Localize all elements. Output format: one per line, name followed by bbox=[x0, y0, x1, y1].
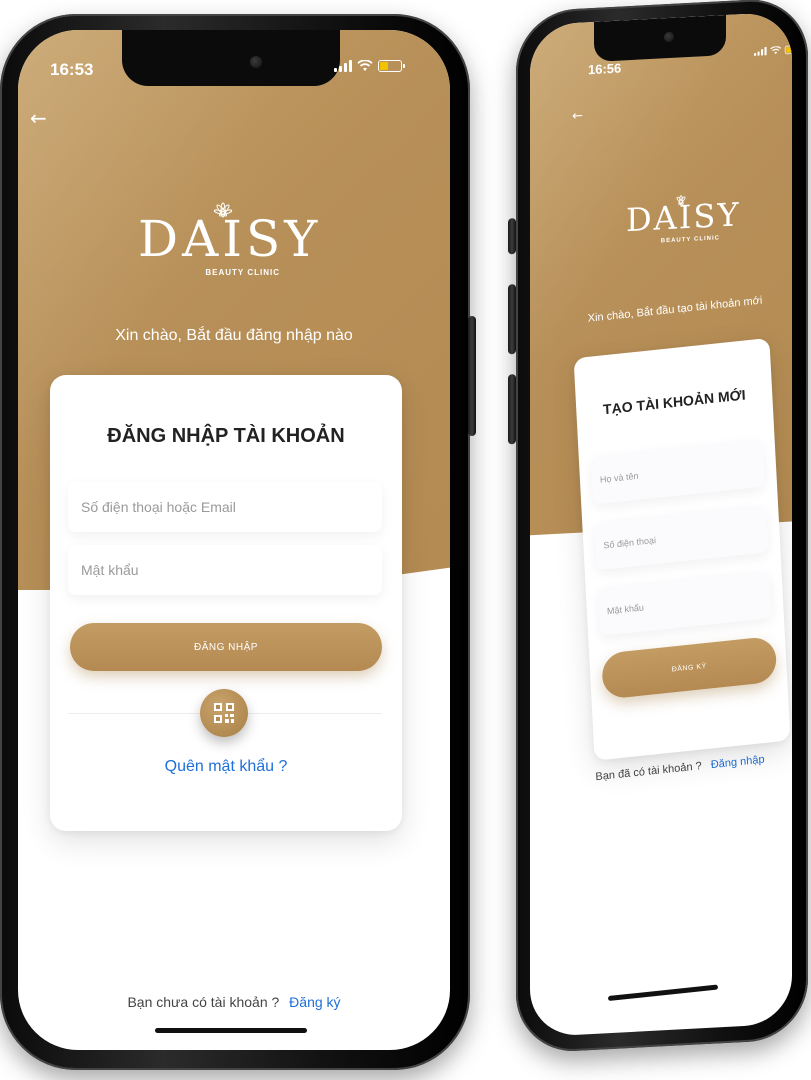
volume-down-button bbox=[508, 374, 516, 445]
right-phone-frame: 16:56 ← DAISY BEAUTY CLINIC Xin chào, Bắ… bbox=[508, 0, 808, 1055]
power-button bbox=[468, 316, 476, 436]
login-prompt: Bạn đã có tài khoản ? Đăng nhập bbox=[560, 750, 792, 787]
register-card: TẠO TÀI KHOẢN MỚI Họ và tên Số điện thoạ… bbox=[573, 337, 791, 761]
register-prompt: Bạn chưa có tài khoản ? Đăng ký bbox=[18, 994, 450, 1010]
logo-wordmark: DAISY bbox=[626, 195, 741, 240]
battery-icon bbox=[378, 60, 405, 72]
front-camera bbox=[250, 56, 262, 68]
notch bbox=[122, 30, 340, 86]
signal-icon bbox=[754, 46, 767, 56]
forgot-password-link[interactable]: Quên mật khẩu ? bbox=[50, 758, 402, 776]
phone-placeholder: Số điện thoại bbox=[603, 535, 657, 551]
email-placeholder: Số điện thoại hoặc Email bbox=[81, 499, 236, 515]
phone-field[interactable]: Số điện thoại bbox=[594, 504, 769, 571]
name-placeholder: Họ và tên bbox=[599, 470, 639, 485]
login-link[interactable]: Đăng nhập bbox=[710, 754, 764, 772]
mute-switch bbox=[508, 218, 516, 255]
email-field[interactable]: Số điện thoại hoặc Email bbox=[68, 482, 382, 532]
back-arrow-icon[interactable]: ← bbox=[30, 106, 47, 130]
daisy-logo: DAISY BEAUTY CLINIC bbox=[626, 190, 741, 246]
wifi-icon bbox=[357, 60, 373, 71]
password-placeholder: Mật khẩu bbox=[606, 602, 645, 617]
logo-wordmark: DAISY bbox=[138, 210, 322, 268]
login-card: ĐĂNG NHẬP TÀI KHOẢN Số điện thoại hoặc E… bbox=[50, 375, 402, 831]
home-indicator bbox=[607, 984, 719, 1002]
have-account-text: Bạn đã có tài khoản ? bbox=[595, 760, 703, 784]
password-field[interactable]: Mật khẩu bbox=[597, 570, 772, 636]
register-link[interactable]: Đăng ký bbox=[289, 994, 340, 1010]
name-field[interactable]: Họ và tên bbox=[590, 438, 766, 505]
status-icons bbox=[334, 60, 405, 72]
signal-icon bbox=[334, 60, 352, 72]
register-screen: 16:56 ← DAISY BEAUTY CLINIC Xin chào, Bắ… bbox=[530, 11, 792, 1038]
wifi-icon bbox=[770, 46, 782, 55]
no-account-text: Bạn chưa có tài khoản ? bbox=[127, 994, 280, 1010]
notch bbox=[594, 14, 726, 62]
volume-up-button bbox=[508, 284, 516, 355]
register-button[interactable]: ĐĂNG KÝ bbox=[601, 635, 778, 700]
status-time: 16:56 bbox=[588, 60, 622, 78]
qr-code-button[interactable] bbox=[200, 689, 248, 737]
front-camera bbox=[664, 31, 674, 43]
password-placeholder: Mật khẩu bbox=[81, 562, 139, 578]
status-time: 16:53 bbox=[50, 60, 94, 79]
mockup-stage: 16:53 ← DAISY BEAUTY CLINIC Xin chào, Bắ… bbox=[0, 0, 811, 1080]
login-screen: 16:53 ← DAISY BEAUTY CLINIC Xin chào, Bắ… bbox=[18, 30, 450, 1050]
left-phone-frame: 16:53 ← DAISY BEAUTY CLINIC Xin chào, Bắ… bbox=[0, 14, 476, 1070]
battery-icon bbox=[784, 45, 792, 55]
card-title: ĐĂNG NHẬP TÀI KHOẢN bbox=[107, 425, 345, 447]
password-field[interactable]: Mật khẩu bbox=[68, 545, 382, 595]
greeting-text: Xin chào, Bắt đầu đăng nhập nào bbox=[115, 327, 353, 344]
login-button[interactable]: ĐĂNG NHẬP bbox=[70, 623, 382, 671]
back-arrow-icon[interactable]: ← bbox=[572, 108, 583, 124]
daisy-logo: DAISY BEAUTY CLINIC bbox=[138, 200, 322, 277]
logo-subtitle: BEAUTY CLINIC bbox=[205, 268, 280, 277]
home-indicator bbox=[155, 1028, 307, 1033]
qr-code-icon bbox=[214, 703, 234, 723]
card-title: TẠO TÀI KHOẢN MỚI bbox=[602, 386, 746, 418]
